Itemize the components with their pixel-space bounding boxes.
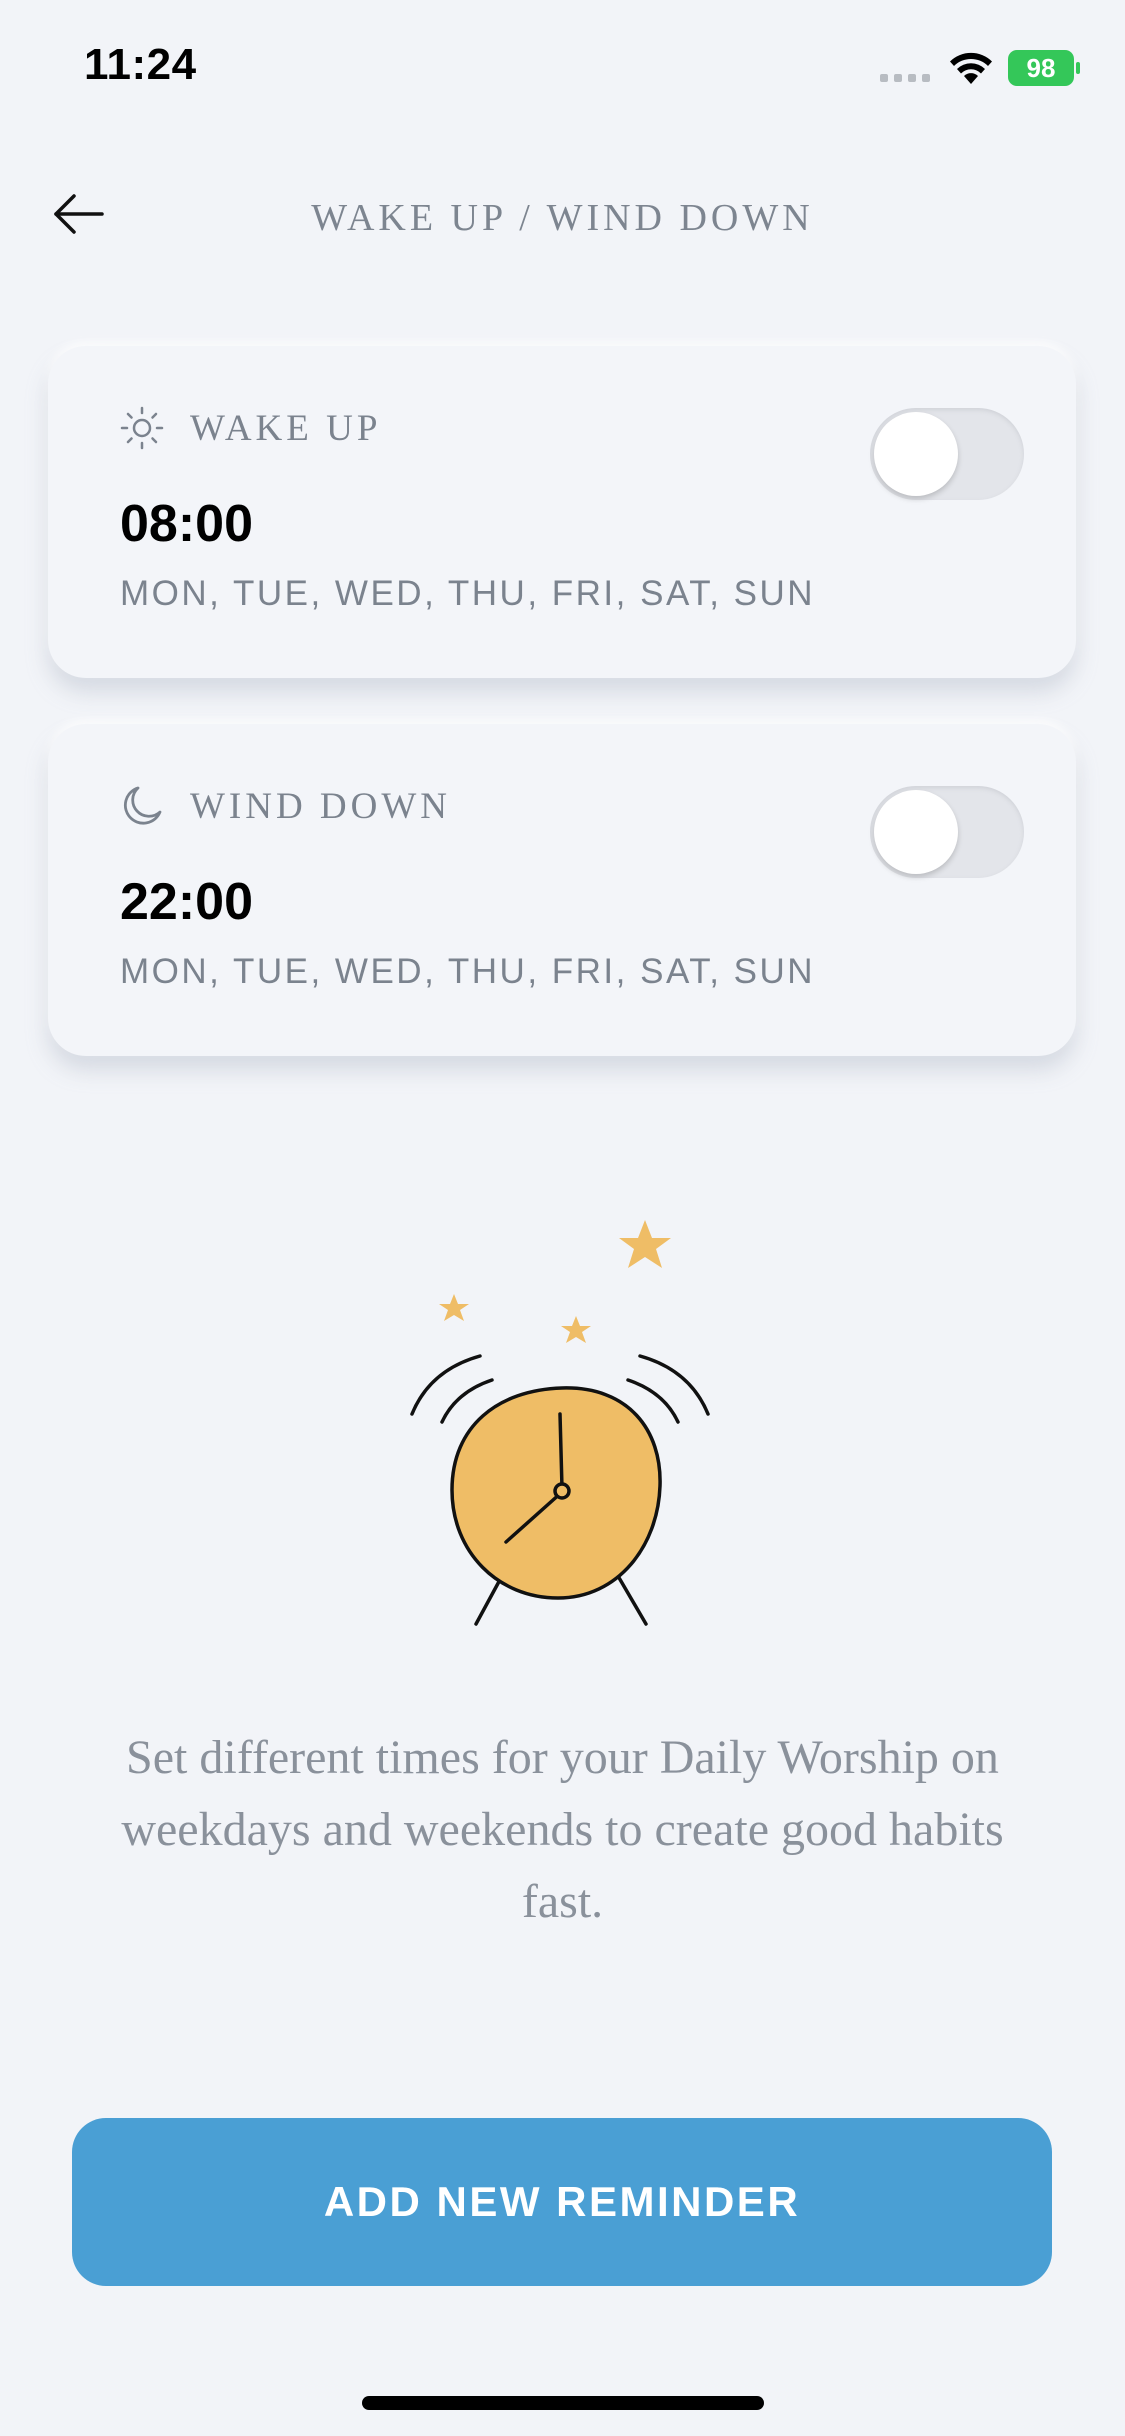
star-icon: [439, 1294, 469, 1321]
toggle-knob: [874, 790, 958, 874]
reminder-card-wind-down[interactable]: WIND DOWN 22:00 MON, TUE, WED, THU, FRI,…: [48, 724, 1076, 1056]
star-icon: [561, 1316, 591, 1343]
reminder-days: MON, TUE, WED, THU, FRI, SAT, SUN: [120, 952, 816, 991]
reminder-label-row: WIND DOWN: [120, 784, 451, 828]
reminder-label: WIND DOWN: [190, 785, 452, 827]
reminder-card-wake-up[interactable]: WAKE UP 08:00 MON, TUE, WED, THU, FRI, S…: [48, 346, 1076, 678]
battery-level: 98: [1008, 50, 1074, 86]
status-bar: 11:24 98: [0, 0, 1125, 130]
reminder-label-row: WAKE UP: [120, 406, 381, 450]
wind-down-toggle[interactable]: [870, 786, 1024, 878]
wake-up-toggle[interactable]: [870, 408, 1024, 500]
reminder-days: MON, TUE, WED, THU, FRI, SAT, SUN: [120, 574, 816, 613]
reminder-time: 08:00: [120, 495, 253, 553]
wifi-icon: [950, 52, 992, 84]
home-indicator: [362, 2396, 764, 2410]
reminder-time: 22:00: [120, 873, 253, 931]
toggle-knob: [874, 412, 958, 496]
add-new-reminder-button[interactable]: ADD NEW REMINDER: [72, 2118, 1052, 2286]
cellular-signal-icon: [880, 74, 930, 82]
star-icon: [619, 1220, 671, 1268]
alarm-clock-icon: [410, 1220, 710, 1626]
moon-icon: [123, 786, 162, 825]
status-time: 11:24: [84, 40, 197, 89]
sun-icon: [120, 406, 164, 450]
reminder-label: WAKE UP: [190, 407, 382, 449]
battery-icon: 98: [1008, 50, 1080, 86]
description-text: Set different times for your Daily Worsh…: [121, 1731, 1004, 1928]
page-title: WAKE UP / WIND DOWN: [311, 197, 814, 239]
